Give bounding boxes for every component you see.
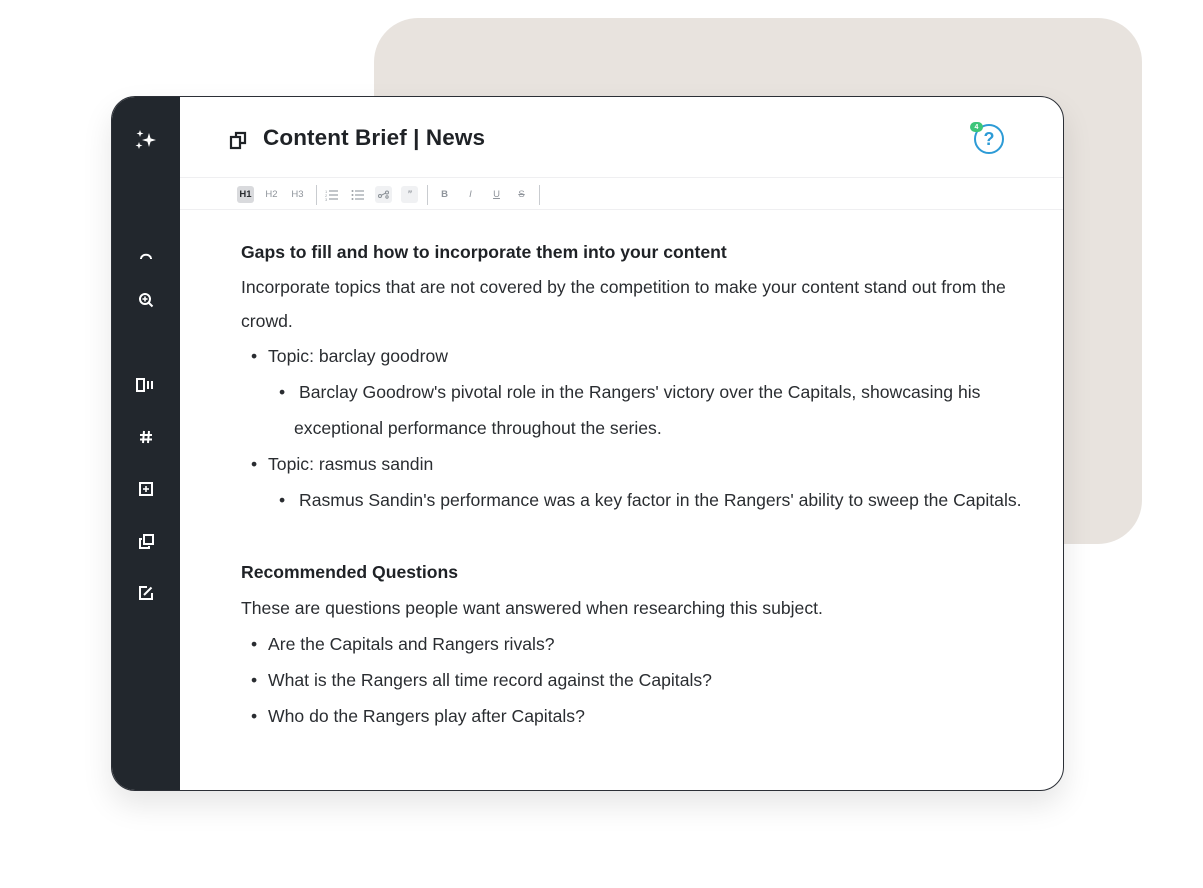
gauge-icon[interactable] bbox=[112, 239, 180, 269]
questions-intro: These are questions people want answered… bbox=[241, 598, 823, 618]
list-item: What is the Rangers all time record agai… bbox=[241, 662, 1051, 698]
list-item: Are the Capitals and Rangers rivals? bbox=[241, 626, 1051, 662]
numbered-list-button[interactable]: 1 2 3 bbox=[323, 186, 340, 203]
quote-button[interactable]: ” bbox=[401, 186, 418, 203]
brief-content: Gaps to fill and how to incorporate them… bbox=[241, 234, 1051, 734]
bullet-list-button[interactable] bbox=[349, 186, 366, 203]
page-title: Content Brief | News bbox=[263, 125, 486, 150]
questions-heading: Recommended Questions bbox=[241, 562, 459, 582]
list-item: Barclay Goodrow's pivotal role in the Ra… bbox=[241, 374, 1051, 446]
link-button[interactable] bbox=[375, 186, 392, 203]
hashtag-icon[interactable] bbox=[112, 422, 180, 452]
underline-button[interactable]: U bbox=[488, 186, 505, 203]
link-icon bbox=[378, 190, 389, 199]
list-item: Who do the Rangers play after Capitals? bbox=[241, 698, 1051, 734]
sidebar bbox=[112, 97, 180, 790]
heading2-button[interactable]: H2 bbox=[263, 186, 280, 203]
document-copy-icon bbox=[228, 130, 248, 150]
notification-badge: 4 bbox=[970, 122, 983, 132]
toolbar-divider bbox=[427, 185, 428, 205]
edit-icon[interactable] bbox=[112, 578, 180, 608]
formatting-toolbar: H1 H2 H3 1 2 3 ” B I U S bbox=[180, 177, 1063, 210]
copy-icon[interactable] bbox=[112, 526, 180, 556]
heading3-button[interactable]: H3 bbox=[289, 186, 306, 203]
list-item: Rasmus Sandin's performance was a key fa… bbox=[241, 482, 1051, 518]
topic-list: Topic: barclay goodrow Barclay Goodrow's… bbox=[241, 338, 1051, 518]
help-question-icon: ? bbox=[983, 128, 995, 149]
columns-icon[interactable] bbox=[112, 370, 180, 400]
heading1-button[interactable]: H1 bbox=[237, 186, 254, 203]
gaps-intro: Incorporate topics that are not covered … bbox=[241, 277, 1006, 331]
toolbar-divider bbox=[539, 185, 540, 205]
question-list: Are the Capitals and Rangers rivals? Wha… bbox=[241, 626, 1051, 734]
italic-button[interactable]: I bbox=[462, 186, 479, 203]
bold-button[interactable]: B bbox=[436, 186, 453, 203]
strikethrough-button[interactable]: S bbox=[513, 186, 530, 203]
sparkles-icon[interactable] bbox=[112, 125, 180, 157]
toolbar-divider bbox=[316, 185, 317, 205]
gaps-heading: Gaps to fill and how to incorporate them… bbox=[241, 242, 727, 262]
list-item: Topic: rasmus sandin bbox=[241, 446, 1051, 482]
content-brief-window: Content Brief | News ? 4 H1 H2 H3 1 2 3 bbox=[111, 96, 1064, 791]
numbered-list-icon: 1 2 3 bbox=[325, 189, 338, 201]
title-bar: Content Brief | News ? 4 bbox=[180, 97, 1063, 177]
add-box-icon[interactable] bbox=[112, 474, 180, 504]
zoom-icon[interactable] bbox=[112, 285, 180, 315]
main-panel: Content Brief | News ? 4 H1 H2 H3 1 2 3 bbox=[180, 97, 1063, 790]
list-item: Topic: barclay goodrow bbox=[241, 338, 1051, 374]
bullet-list-icon bbox=[351, 189, 364, 200]
svg-text:3: 3 bbox=[325, 197, 328, 201]
